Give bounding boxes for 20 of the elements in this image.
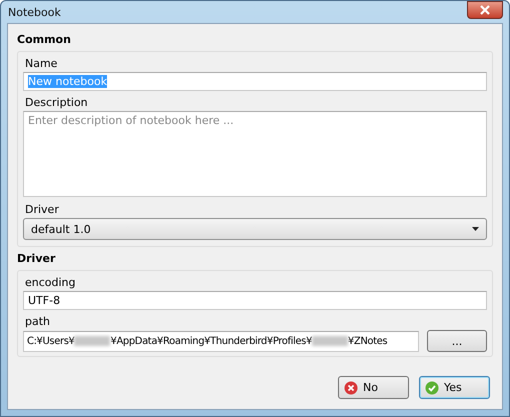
description-field[interactable]: Enter description of notebook here ... — [23, 111, 487, 197]
window-title: Notebook — [7, 6, 61, 18]
field-label: Driver — [24, 202, 60, 218]
path-field[interactable]: C:¥Users¥ ¥AppData¥Roaming¥Thunderbird¥Profiles¥ ¥ZNotes — [23, 330, 419, 352]
field-label: encoding — [24, 275, 77, 291]
close-button[interactable] — [467, 1, 503, 19]
cancel-icon — [344, 380, 358, 394]
dropdown-arrow-icon — [472, 227, 479, 231]
no-button[interactable]: No — [338, 376, 409, 399]
field-label: Name — [24, 56, 58, 72]
close-icon — [479, 5, 491, 15]
encoding-field[interactable]: UTF-8 — [23, 291, 487, 310]
field-label: path — [24, 314, 52, 330]
field-label: Description — [24, 95, 89, 111]
section-heading: Driver — [17, 251, 56, 267]
driver-dropdown[interactable]: default 1.0 — [23, 218, 487, 240]
check-icon — [425, 380, 439, 394]
browse-button[interactable]: ... — [427, 330, 487, 352]
yes-button[interactable]: Yes — [419, 376, 490, 399]
section-heading: Common — [17, 32, 72, 48]
